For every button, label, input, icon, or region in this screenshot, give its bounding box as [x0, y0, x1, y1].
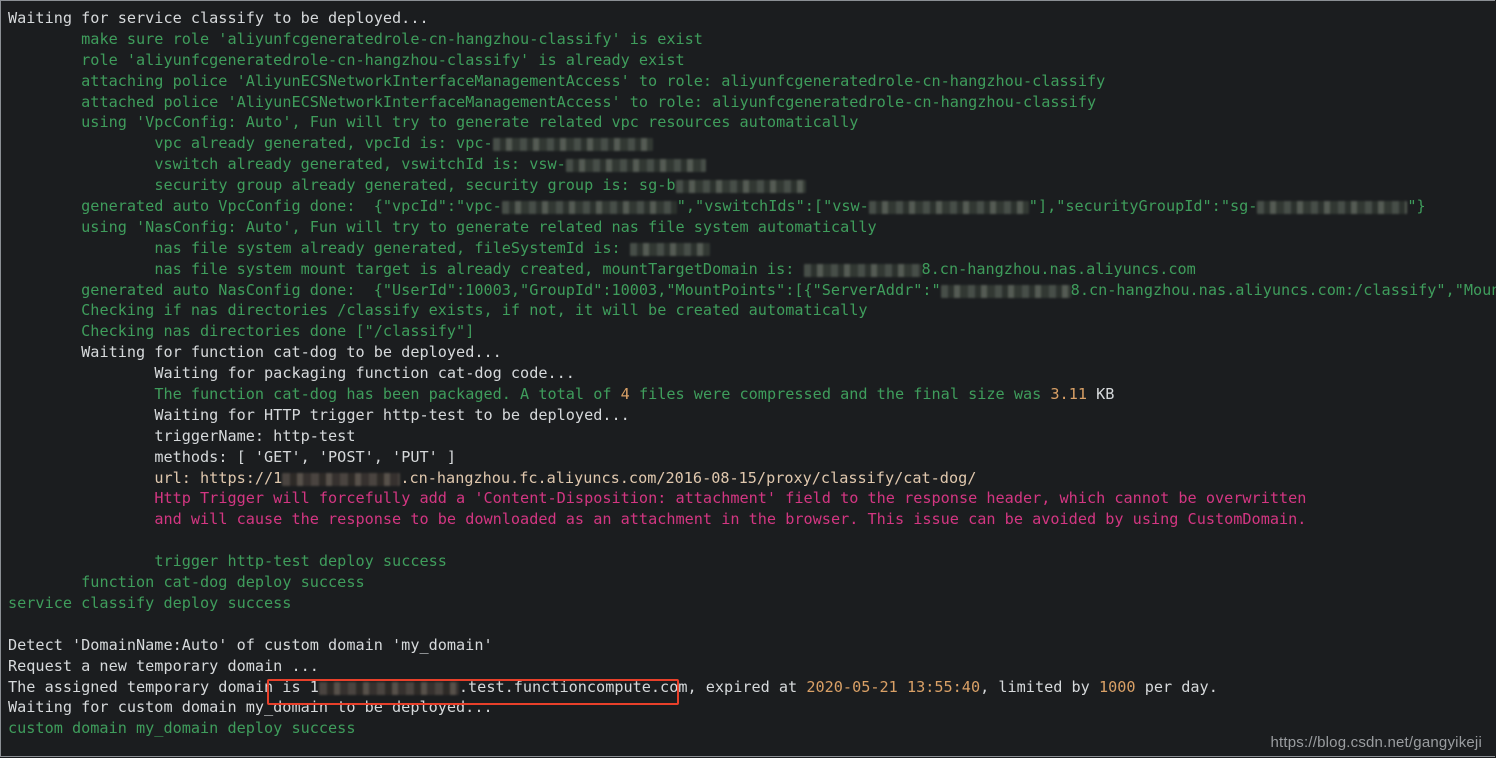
redacted-identifier — [501, 201, 677, 215]
terminal-text: nas file system already generated, fileS… — [154, 238, 630, 257]
terminal-text: Waiting for function cat-dog to be deplo… — [81, 343, 502, 362]
terminal-line: attaching police 'AliyunECSNetworkInterf… — [8, 71, 1496, 92]
redacted-identifier — [940, 284, 1071, 298]
terminal-line: Waiting for HTTP trigger http-test to be… — [8, 405, 1496, 426]
redacted-identifier — [565, 159, 706, 173]
terminal-text: ","vswitchIds":["vsw- — [676, 197, 869, 216]
terminal-text: per day. — [1135, 677, 1218, 696]
terminal-line: Request a new temporary domain ... — [8, 656, 1496, 677]
terminal-text: , limited by — [980, 677, 1099, 696]
terminal-text: service classify deploy success — [8, 593, 292, 612]
terminal-line: Waiting for packaging function cat-dog c… — [8, 363, 1496, 384]
terminal-text: 2020-05-21 13:55:40 — [806, 677, 981, 696]
terminal-text: generated auto NasConfig done: {"UserId"… — [81, 280, 941, 299]
redacted-identifier — [492, 138, 653, 152]
redacted-identifier — [629, 242, 710, 256]
terminal-text: generated auto VpcConfig done: {"vpcId":… — [81, 197, 502, 216]
terminal-line: and will cause the response to be downlo… — [8, 509, 1496, 530]
terminal-text: using 'VpcConfig: Auto', Fun will try to… — [81, 113, 859, 132]
terminal-text: Checking if nas directories /classify ex… — [81, 301, 868, 320]
terminal-line: generated auto NasConfig done: {"UserId"… — [8, 280, 1496, 301]
terminal-line: using 'VpcConfig: Auto', Fun will try to… — [8, 112, 1496, 133]
terminal-text: url: https://1 — [154, 468, 283, 487]
terminal-line: Waiting for function cat-dog to be deplo… — [8, 342, 1496, 363]
terminal-text: custom domain my_domain deploy success — [8, 719, 356, 738]
terminal-line: trigger http-test deploy success — [8, 551, 1496, 572]
terminal-text: files were compressed and the final size… — [629, 385, 1051, 404]
terminal-line: Detect 'DomainName:Auto' of custom domai… — [8, 635, 1496, 656]
terminal-text: function cat-dog deploy success — [81, 573, 365, 592]
blog-watermark: https://blog.csdn.net/gangyikeji — [1270, 734, 1482, 751]
terminal-text: trigger http-test deploy success — [154, 552, 447, 571]
terminal-line: generated auto VpcConfig done: {"vpcId":… — [8, 196, 1496, 217]
terminal-text: 8.cn-hangzhou.nas.aliyuncs.com — [921, 259, 1196, 278]
terminal-text: Request a new temporary domain ... — [8, 656, 319, 675]
terminal-text: 4 — [620, 385, 630, 404]
terminal-line: Checking nas directories done ["/classif… — [8, 321, 1496, 342]
terminal-line: attached police 'AliyunECSNetworkInterfa… — [8, 92, 1496, 113]
terminal-screenshot: Waiting for service classify to be deplo… — [0, 0, 1496, 758]
terminal-output: Waiting for service classify to be deplo… — [1, 0, 1496, 758]
terminal-text: role 'aliyunfcgeneratedrole-cn-hangzhou-… — [81, 50, 685, 69]
terminal-line: nas file system already generated, fileS… — [8, 238, 1496, 259]
redacted-identifier — [1257, 201, 1408, 215]
terminal-text: using 'NasConfig: Auto', Fun will try to… — [81, 217, 877, 236]
terminal-line: make sure role 'aliyunfcgeneratedrole-cn… — [8, 29, 1496, 50]
terminal-text: Waiting for service classify to be deplo… — [8, 9, 429, 27]
terminal-text: vswitch already generated, vswitchId is:… — [154, 155, 566, 174]
redacted-identifier — [318, 681, 459, 695]
terminal-line: methods: [ 'GET', 'POST', 'PUT' ] — [8, 447, 1496, 468]
terminal-line: function cat-dog deploy success — [8, 572, 1496, 593]
terminal-text: Waiting for custom domain my_domain to b… — [8, 698, 493, 717]
terminal-line: nas file system mount target is already … — [8, 259, 1496, 280]
terminal-line: vpc already generated, vpcId is: vpc- — [8, 133, 1496, 154]
terminal-line: The function cat-dog has been packaged. … — [8, 384, 1496, 405]
terminal-line: Waiting for custom domain my_domain to b… — [8, 697, 1496, 718]
terminal-line: url: https://1 .cn-hangzhou.fc.aliyuncs.c… — [8, 468, 1496, 489]
terminal-text: attaching police 'AliyunECSNetworkInterf… — [81, 71, 1106, 90]
terminal-text: KB — [1086, 385, 1115, 404]
redacted-identifier — [803, 263, 922, 277]
terminal-text: and will cause the response to be downlo… — [154, 510, 1307, 529]
terminal-text: make sure role 'aliyunfcgeneratedrole-cn… — [81, 29, 703, 48]
redacted-identifier — [675, 180, 806, 194]
terminal-text: security group already generated, securi… — [154, 176, 676, 195]
terminal-text: "} — [1407, 197, 1426, 216]
terminal-text: Waiting for packaging function cat-dog c… — [154, 364, 575, 383]
terminal-line: Waiting for service classify to be deplo… — [8, 8, 1496, 29]
terminal-text: .cn-hangzhou.fc.aliyuncs.com/2016-08-15/… — [400, 468, 977, 487]
terminal-text: Checking nas directories done ["/classif… — [81, 322, 475, 341]
terminal-line: Checking if nas directories /classify ex… — [8, 300, 1496, 321]
terminal-line: using 'NasConfig: Auto', Fun will try to… — [8, 217, 1496, 238]
terminal-line: service classify deploy success — [8, 593, 1496, 614]
terminal-text: vpc already generated, vpcId is: vpc- — [154, 134, 493, 153]
redacted-identifier — [282, 472, 401, 486]
terminal-text: Http Trigger will forcefully add a 'Cont… — [154, 489, 1307, 508]
redacted-identifier — [868, 201, 1029, 215]
terminal-text: methods: [ 'GET', 'POST', 'PUT' ] — [154, 447, 457, 466]
terminal-text: .test.functioncompute.com, expired at — [458, 677, 807, 696]
terminal-text: 3.11 — [1050, 385, 1087, 404]
terminal-text: nas file system mount target is already … — [154, 259, 804, 278]
terminal-text: The assigned temporary domain is 1 — [8, 677, 319, 696]
terminal-line: Http Trigger will forcefully add a 'Cont… — [8, 488, 1496, 509]
terminal-line: security group already generated, securi… — [8, 175, 1496, 196]
terminal-line: vswitch already generated, vswitchId is:… — [8, 154, 1496, 175]
terminal-text: The function cat-dog has been packaged. … — [154, 385, 621, 404]
terminal-text: 1000 — [1098, 677, 1136, 696]
terminal-text: Detect 'DomainName:Auto' of custom domai… — [8, 635, 493, 654]
terminal-text: 8.cn-hangzhou.nas.aliyuncs.com:/classify… — [1070, 280, 1496, 299]
terminal-text: triggerName: http-test — [154, 426, 356, 445]
terminal-text: Waiting for HTTP trigger http-test to be… — [154, 405, 630, 424]
terminal-text: attached police 'AliyunECSNetworkInterfa… — [81, 92, 1097, 111]
terminal-line: role 'aliyunfcgeneratedrole-cn-hangzhou-… — [8, 50, 1496, 71]
terminal-line: The assigned temporary domain is 1 .test.… — [8, 677, 1496, 698]
terminal-text: "],"securityGroupId":"sg- — [1028, 197, 1258, 216]
terminal-line: triggerName: http-test — [8, 426, 1496, 447]
